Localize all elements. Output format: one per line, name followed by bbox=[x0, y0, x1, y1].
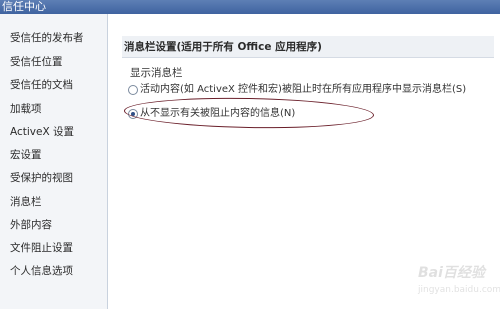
sidebar-item-trusted-publishers[interactable]: 受信任的发布者 bbox=[10, 30, 84, 47]
sidebar-item-file-block-settings[interactable]: 文件阻止设置 bbox=[10, 240, 73, 257]
group-label: 显示消息栏 bbox=[130, 67, 183, 79]
option-show-message-bar[interactable]: 活动内容(如 ActiveX 控件和宏)被阻止时在所有应用程序中显示消息栏(S) bbox=[128, 82, 467, 98]
option-never-show-info[interactable]: 从不显示有关被阻止内容的信息(N) bbox=[128, 106, 296, 122]
radio-button[interactable] bbox=[128, 85, 138, 95]
watermark-site: jingyan.baidu.com bbox=[418, 285, 500, 295]
window-title: 信任中心 bbox=[2, 0, 46, 13]
sidebar: 受信任的发布者 受信任位置 受信任的文档 加载项 ActiveX 设置 宏设置 … bbox=[0, 14, 108, 309]
section-title: 消息栏设置(适用于所有 Office 应用程序) bbox=[122, 36, 494, 58]
sidebar-item-activex-settings[interactable]: ActiveX 设置 bbox=[10, 124, 74, 141]
sidebar-item-external-content[interactable]: 外部内容 bbox=[10, 217, 52, 234]
option-label: 从不显示有关被阻止内容的信息(N) bbox=[140, 108, 296, 119]
option-label: 活动内容(如 ActiveX 控件和宏)被阻止时在所有应用程序中显示消息栏(S) bbox=[140, 84, 467, 95]
sidebar-item-trusted-locations[interactable]: 受信任位置 bbox=[10, 54, 63, 71]
sidebar-item-trusted-documents[interactable]: 受信任的文档 bbox=[10, 77, 73, 94]
sidebar-item-addins[interactable]: 加载项 bbox=[10, 101, 42, 118]
watermark-logo: Bai百经验 bbox=[418, 265, 485, 281]
window-title-bar: 信任中心 bbox=[0, 0, 500, 14]
radio-button-selected[interactable] bbox=[128, 109, 138, 119]
sidebar-item-protected-view[interactable]: 受保护的视图 bbox=[10, 170, 73, 187]
sidebar-item-privacy-options[interactable]: 个人信息选项 bbox=[10, 263, 73, 280]
sidebar-item-message-bar[interactable]: 消息栏 bbox=[0, 192, 105, 213]
sidebar-item-macro-settings[interactable]: 宏设置 bbox=[10, 147, 42, 164]
